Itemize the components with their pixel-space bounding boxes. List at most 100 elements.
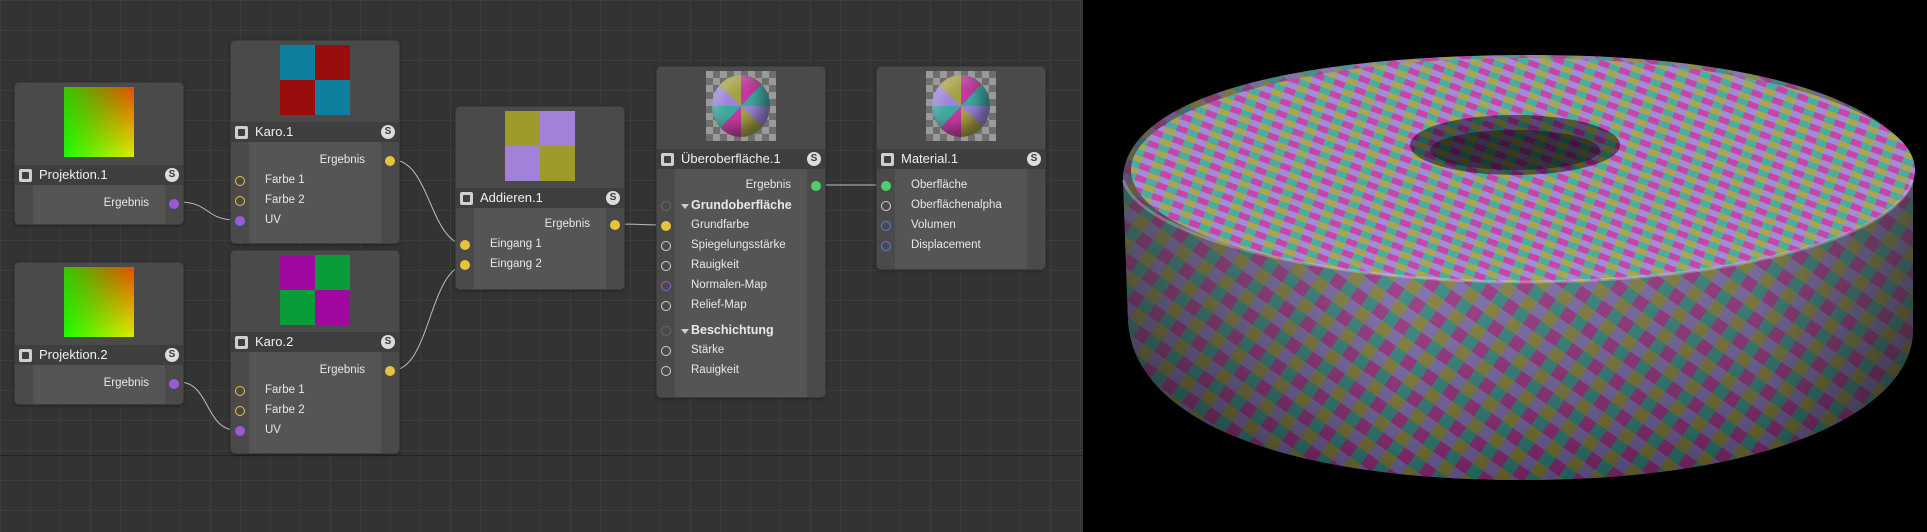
node-type-icon [19,169,32,182]
input-port[interactable] [881,181,891,191]
output-port[interactable] [385,156,395,166]
checker-preview [280,45,350,115]
node-titlebar[interactable]: Überoberfläche.1 S [657,149,825,169]
input-port[interactable] [661,346,671,356]
checker-preview [505,111,575,181]
solo-badge[interactable]: S [606,191,620,205]
node-titlebar[interactable]: Karo.1 S [231,122,399,142]
node-karo-2[interactable]: Karo.2 S Ergebnis Farbe 1 Farbe 2 UV [230,250,400,454]
node-addieren-1[interactable]: Addieren.1 S Ergebnis Eingang 1 Eingang … [455,106,625,290]
input-label: Eingang 2 [490,258,542,270]
solo-badge[interactable]: S [165,348,179,362]
node-title: Projektion.1 [39,167,108,182]
gradient-preview [64,87,134,157]
input-label: Farbe 2 [265,404,305,416]
input-port[interactable] [235,426,245,436]
node-type-icon [235,126,248,139]
input-port[interactable] [881,201,891,211]
group-label: Beschichtung [691,323,774,337]
input-label: Farbe 1 [265,174,305,186]
output-port[interactable] [169,199,179,209]
input-port[interactable] [881,241,891,251]
input-label: UV [265,214,281,226]
collapse-triangle-icon[interactable] [681,204,689,209]
input-port[interactable] [661,326,671,336]
output-port[interactable] [169,379,179,389]
input-port[interactable] [460,260,470,270]
input-label: Relief-Map [691,299,747,311]
output-label: Ergebnis [103,377,149,389]
group-header-grundoberflaeche[interactable]: Grundoberfläche [657,196,825,216]
node-material-1[interactable]: Material.1 S Oberfläche Oberflächenalpha… [876,66,1046,270]
input-port[interactable] [235,176,245,186]
render-viewport[interactable] [1083,0,1927,532]
input-label: Oberflächenalpha [911,199,1002,211]
input-label: UV [265,424,281,436]
input-port[interactable] [460,240,470,250]
node-title: Karo.2 [255,334,294,349]
input-port[interactable] [661,201,671,211]
output-label: Ergebnis [319,364,365,376]
input-port[interactable] [881,221,891,231]
input-port[interactable] [661,301,671,311]
node-type-icon [235,336,248,349]
input-port[interactable] [235,196,245,206]
wire-projektion2-karo2 [178,381,237,431]
node-title: Material.1 [901,151,959,166]
node-titlebar[interactable]: Karo.2 S [231,332,399,352]
solo-badge[interactable]: S [807,152,821,166]
input-label: Spiegelungsstärke [691,239,786,251]
node-type-icon [19,349,32,362]
node-projektion-1[interactable]: Projektion.1 S Ergebnis [14,82,184,225]
material-preview [926,71,996,141]
output-port[interactable] [610,220,620,230]
input-label: Normalen-Map [691,279,768,291]
input-port[interactable] [661,366,671,376]
group-header-beschichtung[interactable]: Beschichtung [657,321,825,341]
checker-preview [280,255,350,325]
output-label: Ergebnis [319,154,365,166]
input-label: Farbe 1 [265,384,305,396]
input-label: Displacement [911,239,981,251]
node-title: Überoberfläche.1 [681,151,781,166]
node-type-icon [881,153,894,166]
collapse-triangle-icon[interactable] [681,329,689,334]
output-label: Ergebnis [745,179,791,191]
input-label: Stärke [691,344,725,356]
node-type-icon [460,192,473,205]
input-label: Farbe 2 [265,194,305,206]
node-titlebar[interactable]: Addieren.1 S [456,188,624,208]
output-port[interactable] [385,366,395,376]
node-title: Karo.1 [255,124,294,139]
input-port[interactable] [661,261,671,271]
node-ueberoberflaeche-1[interactable]: Überoberfläche.1 S Ergebnis Grundoberflä… [656,66,826,398]
input-port[interactable] [661,281,671,291]
node-type-icon [661,153,674,166]
solo-badge[interactable]: S [165,168,179,182]
solo-badge[interactable]: S [381,125,395,139]
solo-badge[interactable]: S [381,335,395,349]
input-port[interactable] [235,216,245,226]
output-label: Ergebnis [544,218,590,230]
input-port[interactable] [235,386,245,396]
gradient-preview [64,267,134,337]
node-projektion-2[interactable]: Projektion.2 S Ergebnis [14,262,184,405]
input-label: Eingang 1 [490,238,542,250]
input-label: Volumen [911,219,956,231]
node-karo-1[interactable]: Karo.1 S Ergebnis Farbe 1 Farbe 2 UV [230,40,400,244]
input-label: Grundfarbe [691,219,750,231]
node-editor[interactable]: Projektion.1 S Ergebnis Projektion.2 S E… [0,0,1083,532]
node-titlebar[interactable]: Projektion.2 S [15,345,183,365]
solo-badge[interactable]: S [1027,152,1041,166]
node-titlebar[interactable]: Projektion.1 S [15,165,183,185]
input-port[interactable] [661,241,671,251]
output-port[interactable] [811,181,821,191]
input-port[interactable] [235,406,245,416]
output-label: Ergebnis [103,197,149,209]
node-title: Projektion.2 [39,347,108,362]
input-port[interactable] [661,221,671,231]
material-preview [706,71,776,141]
node-titlebar[interactable]: Material.1 S [877,149,1045,169]
input-label: Rauigkeit [691,364,739,376]
torus-render [1121,55,1915,480]
